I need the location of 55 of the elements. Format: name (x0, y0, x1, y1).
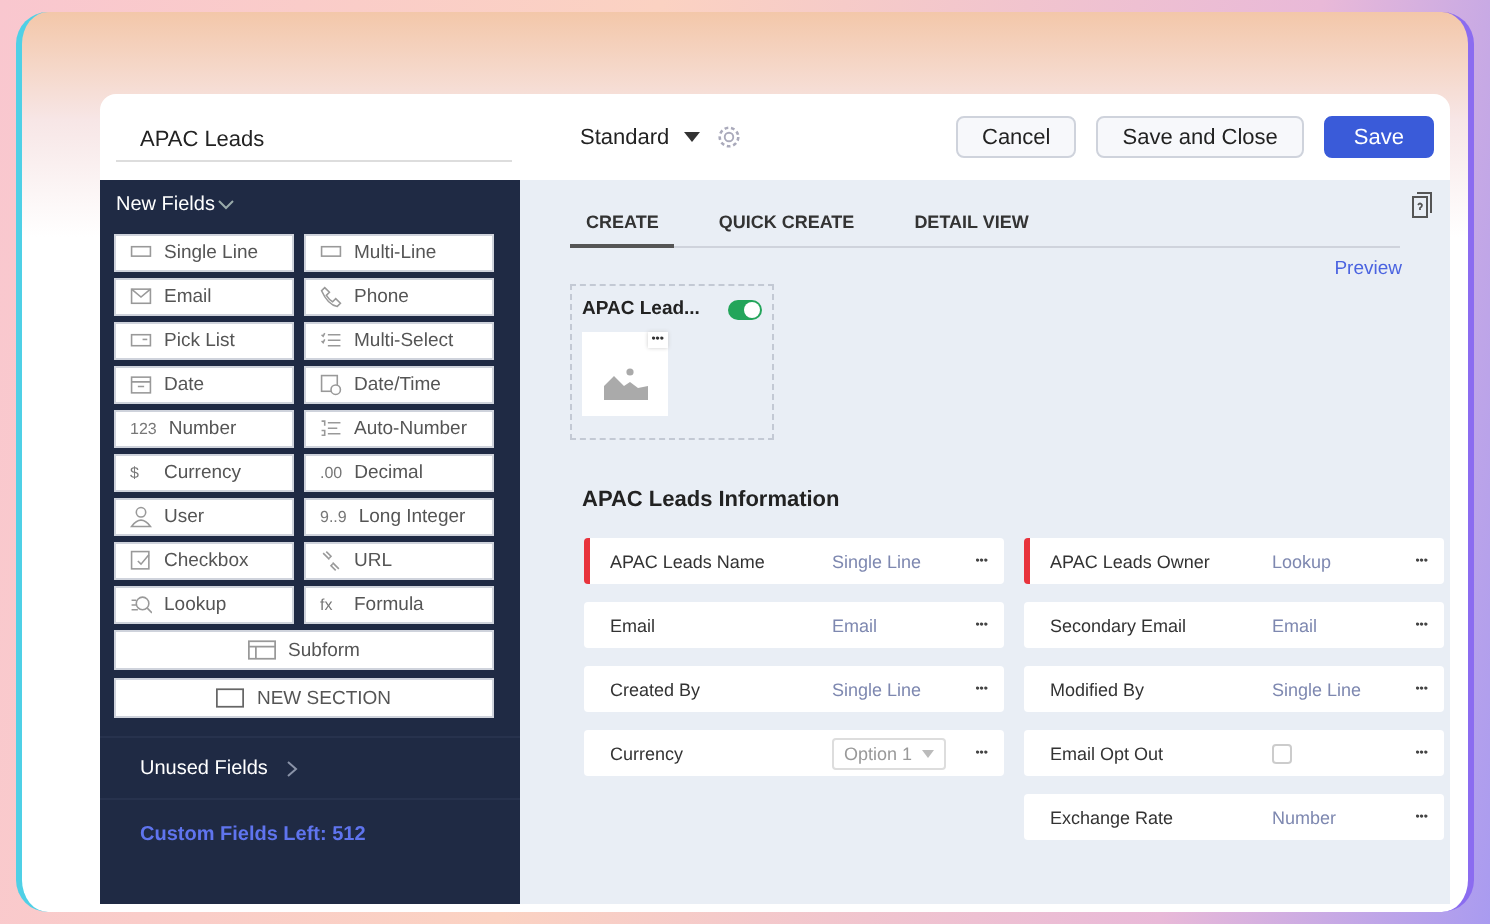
layout-name-field[interactable]: APAC Leads (116, 112, 512, 162)
field-type-button[interactable]: Multi-Line (304, 234, 494, 272)
field-type-button[interactable]: fx Formula (304, 586, 494, 624)
save-and-close-button[interactable]: Save and Close (1096, 116, 1304, 158)
tab[interactable]: CREATE (570, 204, 675, 248)
layout-title: APAC Lead... (582, 298, 700, 320)
field-type: Email (832, 615, 878, 635)
field-type-button[interactable]: Pick List (114, 322, 294, 360)
tab[interactable]: QUICK CREATE (702, 204, 871, 248)
cancel-button[interactable]: Cancel (956, 116, 1077, 158)
field-type: Lookup (1272, 551, 1332, 571)
field-type-button[interactable]: $ Currency (114, 454, 294, 492)
field-type: Single Line (1272, 679, 1362, 699)
unused-fields-link[interactable]: Unused Fields (140, 757, 268, 779)
field-type-button[interactable]: Email (114, 278, 294, 316)
field-label: Currency (610, 743, 686, 763)
preview-link[interactable]: Preview (1334, 258, 1402, 284)
field-type-glyph: 123 (130, 420, 157, 438)
field-type-button[interactable]: Multi-Select (304, 322, 494, 360)
field-type-button[interactable]: URL (304, 542, 494, 580)
field-type-button[interactable]: .00 Decimal (304, 454, 494, 492)
field-label: Modified By (1050, 679, 1147, 699)
field-type-button[interactable]: Date/Time (304, 366, 494, 404)
field-label: APAC Leads Owner (1050, 551, 1212, 571)
field-type-button[interactable]: User (114, 498, 294, 536)
field-type-button[interactable]: Checkbox (114, 542, 294, 580)
field-type-glyph: .00 (320, 464, 343, 482)
field-type-glyph: fx (320, 596, 335, 614)
new-section-button[interactable]: NEW SECTION (114, 678, 494, 718)
layout-dropdown[interactable]: Standard (580, 125, 700, 149)
field-type: Email (1272, 615, 1318, 635)
field-label: Secondary Email (1050, 615, 1189, 635)
field-label: Email (610, 615, 658, 635)
field-type: Single Line (832, 551, 922, 571)
field-type-button[interactable]: 9..9 Long Integer (304, 498, 494, 536)
field-label: Exchange Rate (1050, 807, 1176, 827)
field-label: Email Opt Out (1050, 743, 1166, 763)
field-type-button[interactable]: Date (114, 366, 294, 404)
field-type-button[interactable]: 123 Number (114, 410, 294, 448)
field-label: APAC Leads Name (610, 551, 767, 571)
field-type-button[interactable]: Phone (304, 278, 494, 316)
field-type-button[interactable]: Lookup (114, 586, 294, 624)
field-type-button[interactable]: Single Line (114, 234, 294, 272)
field-type-button[interactable]: Auto-Number (304, 410, 494, 448)
field-type: Number (1272, 807, 1337, 827)
field-label: Created By (610, 679, 703, 699)
new-fields-heading[interactable]: New Fields (100, 192, 520, 218)
custom-fields-left: Custom Fields Left: 512 (138, 822, 368, 846)
field-type-glyph: $ (130, 464, 141, 482)
subform-button[interactable]: Subform (114, 630, 494, 670)
save-button[interactable]: Save (1323, 116, 1434, 158)
section-title: APAC Leads Information (582, 488, 842, 512)
tab[interactable]: DETAIL VIEW (898, 204, 1045, 248)
field-type-glyph: 9..9 (320, 508, 347, 526)
field-type: Single Line (832, 679, 922, 699)
